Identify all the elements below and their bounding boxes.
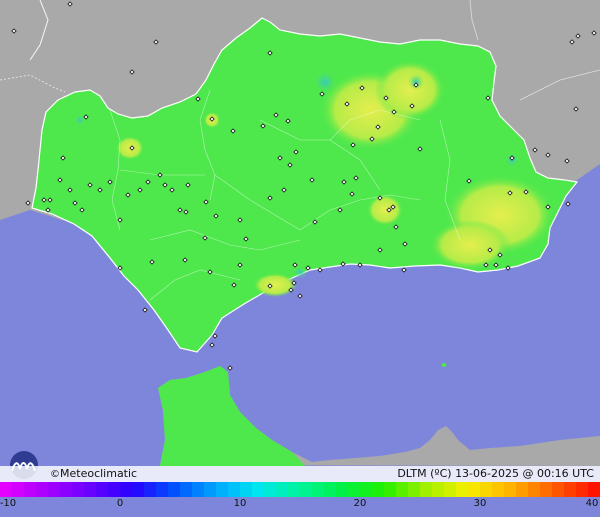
scale-color-cell: [552, 482, 565, 497]
scale-color-cell: [24, 482, 37, 497]
scale-color-cell: [0, 482, 13, 497]
temperature-scale-bar: [0, 482, 600, 497]
temperature-scale-labels: -10 0 10 20 30 40: [0, 497, 600, 513]
scale-color-cell: [192, 482, 205, 497]
scale-color-cell: [516, 482, 529, 497]
scale-color-cell: [180, 482, 193, 497]
scale-color-cell: [372, 482, 385, 497]
scale-color-cell: [144, 482, 157, 497]
scale-color-cell: [132, 482, 145, 497]
scale-color-cell: [216, 482, 229, 497]
map-info-bar: ©Meteoclimatic DLTM (ºC) 13-06-2025 @ 00…: [0, 466, 600, 482]
scale-color-cell: [396, 482, 409, 497]
scale-tick-label: 10: [233, 498, 247, 509]
variable-label: DLTM (ºC): [397, 467, 452, 480]
scale-color-cell: [108, 482, 121, 497]
scale-color-cell: [168, 482, 181, 497]
scale-tick-label: -10: [0, 498, 17, 509]
temperature-map: ©Meteoclimatic DLTM (ºC) 13-06-2025 @ 00…: [0, 0, 600, 517]
scale-color-cell: [36, 482, 49, 497]
scale-color-cell: [48, 482, 61, 497]
scale-color-cell: [528, 482, 541, 497]
brand-label: ©Meteoclimatic: [50, 467, 137, 480]
scale-tick-label: 40: [585, 498, 599, 509]
scale-color-cell: [60, 482, 73, 497]
scale-color-cell: [204, 482, 217, 497]
scale-color-cell: [336, 482, 349, 497]
scale-color-cell: [276, 482, 289, 497]
timestamp: 13-06-2025 @ 00:16 UTC: [455, 467, 594, 480]
scale-color-cell: [480, 482, 493, 497]
scale-color-cell: [468, 482, 481, 497]
alboran-island: [441, 363, 447, 367]
scale-color-cell: [504, 482, 517, 497]
scale-color-cell: [72, 482, 85, 497]
scale-color-cell: [576, 482, 589, 497]
scale-color-cell: [288, 482, 301, 497]
scale-color-cell: [384, 482, 397, 497]
scale-color-cell: [564, 482, 577, 497]
scale-color-cell: [252, 482, 265, 497]
scale-color-cell: [300, 482, 313, 497]
scale-color-cell: [492, 482, 505, 497]
scale-color-cell: [432, 482, 445, 497]
scale-tick-label: 0: [116, 498, 124, 509]
scale-color-cell: [360, 482, 373, 497]
scale-color-cell: [120, 482, 133, 497]
scale-color-cell: [96, 482, 109, 497]
scale-color-cell: [156, 482, 169, 497]
brand-name: Meteoclimatic: [60, 467, 138, 480]
scale-color-cell: [264, 482, 277, 497]
scale-color-cell: [84, 482, 97, 497]
scale-color-cell: [444, 482, 457, 497]
scale-color-cell: [540, 482, 553, 497]
scale-color-cell: [456, 482, 469, 497]
scale-color-cell: [324, 482, 337, 497]
scale-color-cell: [12, 482, 25, 497]
scale-color-cell: [228, 482, 241, 497]
scale-tick-label: 20: [353, 498, 367, 509]
scale-color-cell: [348, 482, 361, 497]
map-canvas: [0, 0, 600, 517]
scale-color-cell: [312, 482, 325, 497]
scale-color-cell: [240, 482, 253, 497]
scale-color-cell: [588, 482, 600, 497]
scale-color-cell: [408, 482, 421, 497]
copyright-symbol: ©: [50, 469, 60, 480]
scale-color-cell: [420, 482, 433, 497]
scale-tick-label: 30: [473, 498, 487, 509]
map-caption: DLTM (ºC) 13-06-2025 @ 00:16 UTC: [397, 467, 594, 480]
